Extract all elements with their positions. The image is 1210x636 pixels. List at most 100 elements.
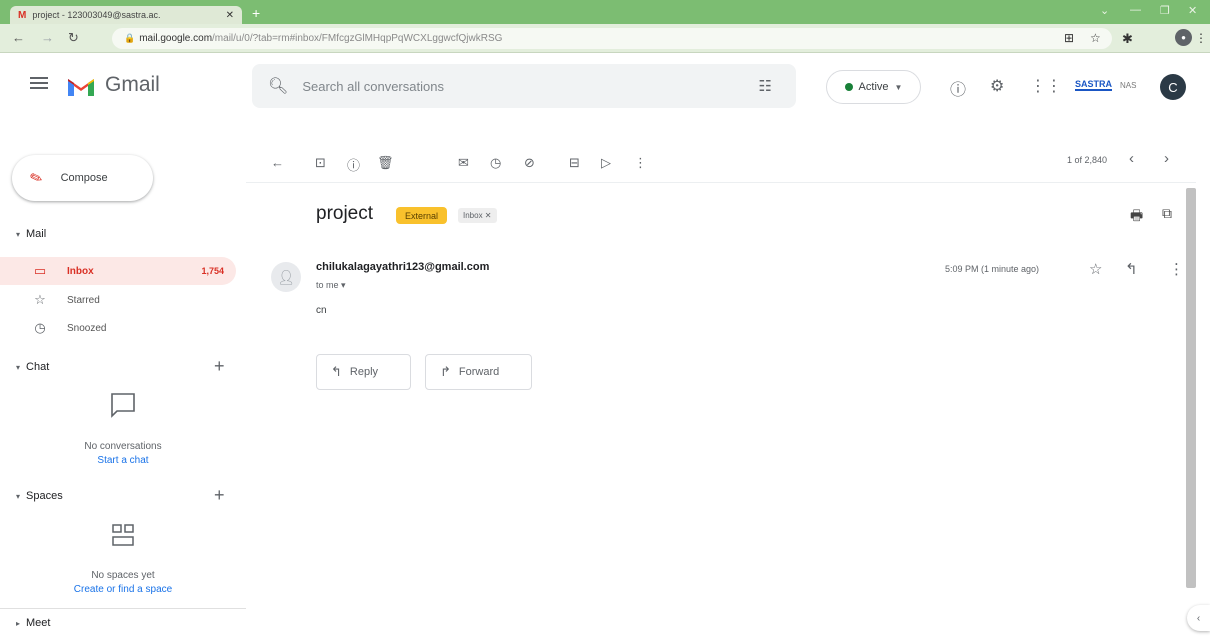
forward-label: Forward (458, 366, 500, 378)
gmail-wordmark[interactable]: Gmail (105, 73, 160, 97)
org-logo-subtext: NAS (1120, 80, 1137, 90)
spaces-section-label: Spaces (26, 490, 63, 502)
mail-section-label: Mail (26, 228, 47, 240)
minimize-icon[interactable]: — (1130, 4, 1141, 16)
chat-section-header[interactable]: ▾ Chat (16, 361, 49, 373)
gmail-favicon-icon: M (18, 9, 27, 21)
window-menu-icon[interactable]: ⌄ (1100, 4, 1109, 17)
new-chat-plus-icon[interactable]: + (214, 356, 225, 377)
start-chat-link[interactable]: Start a chat (0, 455, 246, 466)
sidebar-item-snoozed[interactable]: ◷ Snoozed (0, 314, 236, 342)
extensions-puzzle-icon[interactable]: ✱ (1122, 31, 1133, 47)
address-bar[interactable]: 🔒 mail.google.com/mail/u/0/?tab=rm#inbox… (112, 28, 1112, 49)
back-icon[interactable]: ← (12, 30, 25, 45)
scrollbar-thumb[interactable] (1186, 188, 1196, 588)
inbox-icon: ▭ (33, 263, 47, 278)
settings-gear-icon[interactable]: ⚙ (990, 76, 1004, 96)
message-body: cn (316, 305, 327, 316)
reply-label: Reply (349, 366, 379, 378)
external-label-badge: External (396, 207, 448, 224)
snooze-icon[interactable]: ◷ (490, 155, 501, 171)
find-space-link[interactable]: Create or find a space (0, 584, 246, 595)
new-space-plus-icon[interactable]: + (214, 485, 225, 506)
message-more-icon[interactable]: ⋮ (1169, 260, 1184, 278)
print-icon[interactable]: 🖶 (1130, 205, 1143, 229)
bookmark-star-icon[interactable]: ☆ (1090, 31, 1101, 45)
collapse-icon: ▾ (16, 363, 21, 372)
message-pager: 1 of 2,840 (1067, 155, 1108, 165)
gmail-logo-icon[interactable] (66, 74, 96, 98)
star-message-icon[interactable]: ☆ (1089, 260, 1102, 278)
mark-unread-icon[interactable]: ✉ (458, 155, 469, 171)
message-timestamp: 5:09 PM (1 minute ago) (945, 264, 1040, 274)
sender-avatar[interactable]: 👤︎ (271, 262, 301, 292)
search-input[interactable] (302, 78, 723, 94)
spaces-empty-text: No spaces yet (91, 570, 155, 581)
install-app-icon[interactable]: ⊞ (1064, 31, 1074, 45)
more-options-icon[interactable]: ⋮ (634, 155, 647, 171)
open-new-window-icon[interactable]: ⧉ (1162, 205, 1172, 222)
status-label: Active (858, 81, 889, 93)
back-to-inbox-icon[interactable]: ← (271, 155, 284, 170)
spaces-section-header[interactable]: ▾ Spaces (16, 490, 63, 502)
older-chevron-icon[interactable]: › (1164, 150, 1169, 167)
url-path: /mail/u/0/?tab=rm#inbox/FMfcgzGlMHqpPqWC… (212, 33, 503, 44)
chat-bubble-icon (0, 390, 246, 425)
report-spam-icon[interactable]: ⓘ (347, 155, 360, 174)
apps-grid-icon[interactable]: ⋮⋮ (1030, 76, 1062, 96)
browser-menu-icon[interactable]: ⋮ (1195, 31, 1207, 45)
delete-icon[interactable]: 🗑︎ (377, 155, 394, 171)
close-window-icon[interactable]: ✕ (1188, 4, 1197, 17)
mail-section-header[interactable]: ▾ Mail (16, 228, 46, 240)
reload-icon[interactable]: ↻ (68, 30, 79, 46)
chat-empty-state: No conversations Start a chat (0, 441, 246, 466)
main-menu-icon[interactable] (30, 74, 48, 92)
chat-empty-text: No conversations (84, 441, 162, 452)
inbox-label-badge[interactable]: Inbox ✕ (458, 208, 497, 223)
spaces-icon (0, 522, 246, 555)
tab-close-icon[interactable]: ✕ (226, 10, 234, 21)
show-side-panel-icon[interactable]: ‹ (1187, 605, 1210, 631)
forward-icon[interactable]: → (41, 30, 54, 45)
compose-button[interactable]: ✎ Compose (12, 155, 153, 201)
chat-section-label: Chat (26, 361, 50, 373)
recipient-details[interactable]: to me ▾ (316, 280, 346, 291)
browser-tabstrip: M project - 123003049@sastra.ac. ✕ + ⌄ —… (0, 0, 1210, 24)
browser-tab[interactable]: M project - 123003049@sastra.ac. ✕ (10, 6, 242, 24)
sidebar-item-inbox[interactable]: ▭ Inbox 1,754 (0, 257, 236, 285)
newer-chevron-icon[interactable]: ‹ (1129, 150, 1134, 167)
sidebar-item-label: Starred (67, 294, 100, 306)
status-dot-icon (844, 83, 853, 91)
account-avatar[interactable]: C (1160, 74, 1186, 100)
collapse-icon: ▾ (16, 492, 21, 501)
sender-email[interactable]: chilukalagayathri123@gmail.com (316, 261, 489, 273)
organization-logo[interactable]: SASTRA NAS (1075, 70, 1145, 100)
reply-button[interactable]: ↰ Reply (316, 354, 411, 390)
sidebar-item-label: Inbox (67, 265, 94, 277)
sidebar-item-label: Snoozed (67, 322, 107, 334)
search-options-icon[interactable]: ☷ (759, 77, 772, 95)
browser-profile-icon[interactable]: ● (1175, 29, 1192, 46)
help-icon[interactable]: ⓘ (950, 76, 966, 100)
meet-section-header[interactable]: ▸ Meet (16, 617, 50, 629)
star-icon: ☆ (34, 292, 46, 307)
expand-icon: ▸ (16, 619, 21, 628)
search-icon[interactable]: 🔍︎ (268, 76, 288, 96)
reply-arrow-icon[interactable]: ↰ (1125, 260, 1138, 278)
forward-button[interactable]: ↱ Forward (425, 354, 532, 390)
archive-icon[interactable]: ⊡ (315, 155, 326, 171)
meet-section-label: Meet (26, 617, 51, 629)
search-bar: 🔍︎ ☷ (252, 64, 796, 108)
maximize-icon[interactable]: ❐ (1160, 4, 1170, 17)
status-dropdown[interactable]: Active ▼ (826, 70, 921, 104)
chevron-down-icon: ▼ (894, 82, 903, 92)
new-tab-icon[interactable]: + (252, 5, 260, 21)
email-subject: project (316, 203, 374, 224)
label-icon[interactable]: ▷ (601, 155, 611, 171)
sidebar-item-starred[interactable]: ☆ Starred (0, 286, 236, 314)
browser-toolbar: ← → ↻ 🔒 mail.google.com/mail/u/0/?tab=rm… (0, 24, 1210, 53)
move-to-icon[interactable]: ⊟ (569, 155, 580, 171)
collapse-icon: ▾ (16, 230, 21, 239)
org-logo-text: SASTRA (1075, 79, 1113, 91)
add-to-tasks-icon[interactable]: ⊘ (524, 155, 535, 171)
